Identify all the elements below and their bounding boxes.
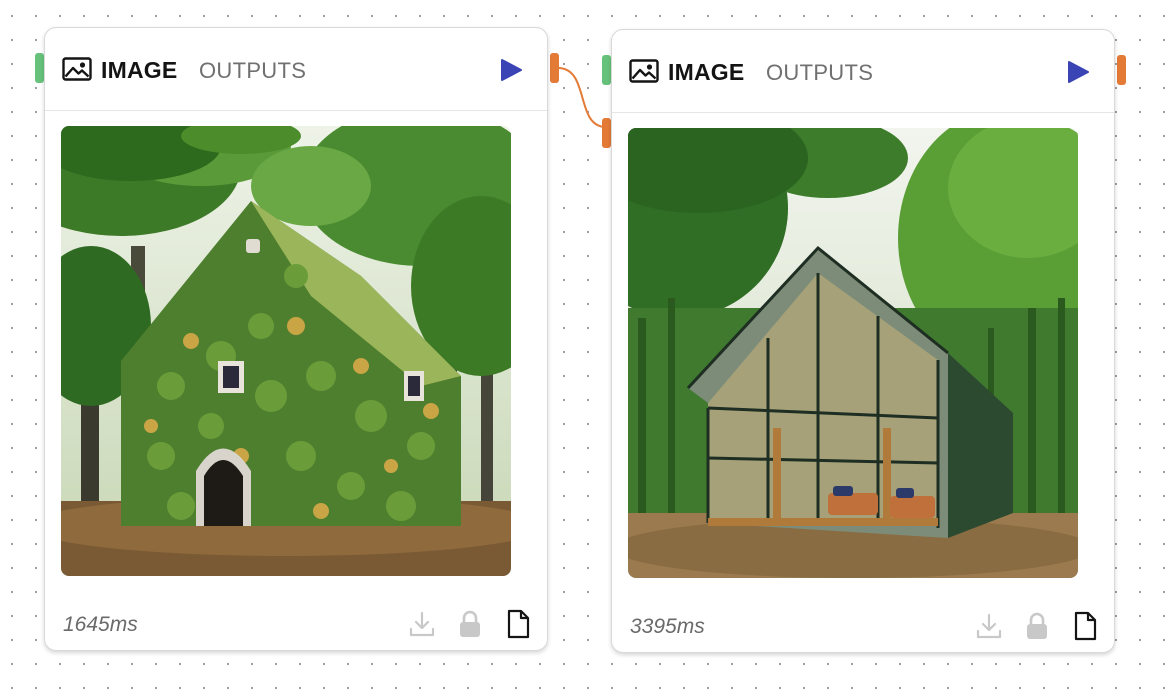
- output-handle[interactable]: [1117, 55, 1126, 85]
- play-icon[interactable]: [1064, 59, 1092, 85]
- tab-outputs[interactable]: OUTPUTS: [766, 60, 873, 86]
- input-handle[interactable]: [602, 55, 611, 85]
- lock-icon[interactable]: [455, 608, 485, 640]
- download-icon[interactable]: [974, 610, 1004, 642]
- tab-image[interactable]: IMAGE: [668, 59, 744, 86]
- image-node[interactable]: IMAGE OUTPUTS: [44, 27, 548, 651]
- duration-label: 3395ms: [630, 615, 705, 638]
- output-image: [628, 128, 1078, 578]
- file-icon[interactable]: [503, 608, 533, 640]
- tab-image[interactable]: IMAGE: [101, 57, 177, 84]
- tab-outputs[interactable]: OUTPUTS: [199, 58, 306, 84]
- input-handle[interactable]: [602, 118, 611, 148]
- download-icon[interactable]: [407, 608, 437, 640]
- image-node[interactable]: IMAGE OUTPUTS: [611, 29, 1115, 653]
- node-header: IMAGE OUTPUTS: [612, 30, 1114, 113]
- output-image: [61, 126, 511, 576]
- play-icon[interactable]: [497, 57, 525, 83]
- file-icon[interactable]: [1070, 610, 1100, 642]
- image-icon: [62, 57, 92, 81]
- input-handle[interactable]: [35, 53, 44, 83]
- workflow-canvas[interactable]: IMAGE OUTPUTS 1645ms IMAGE OUTPUTS 3395m…: [0, 0, 1166, 698]
- lock-icon[interactable]: [1022, 610, 1052, 642]
- image-icon: [629, 59, 659, 83]
- output-handle[interactable]: [550, 53, 559, 83]
- duration-label: 1645ms: [63, 613, 138, 636]
- node-header: IMAGE OUTPUTS: [45, 28, 547, 111]
